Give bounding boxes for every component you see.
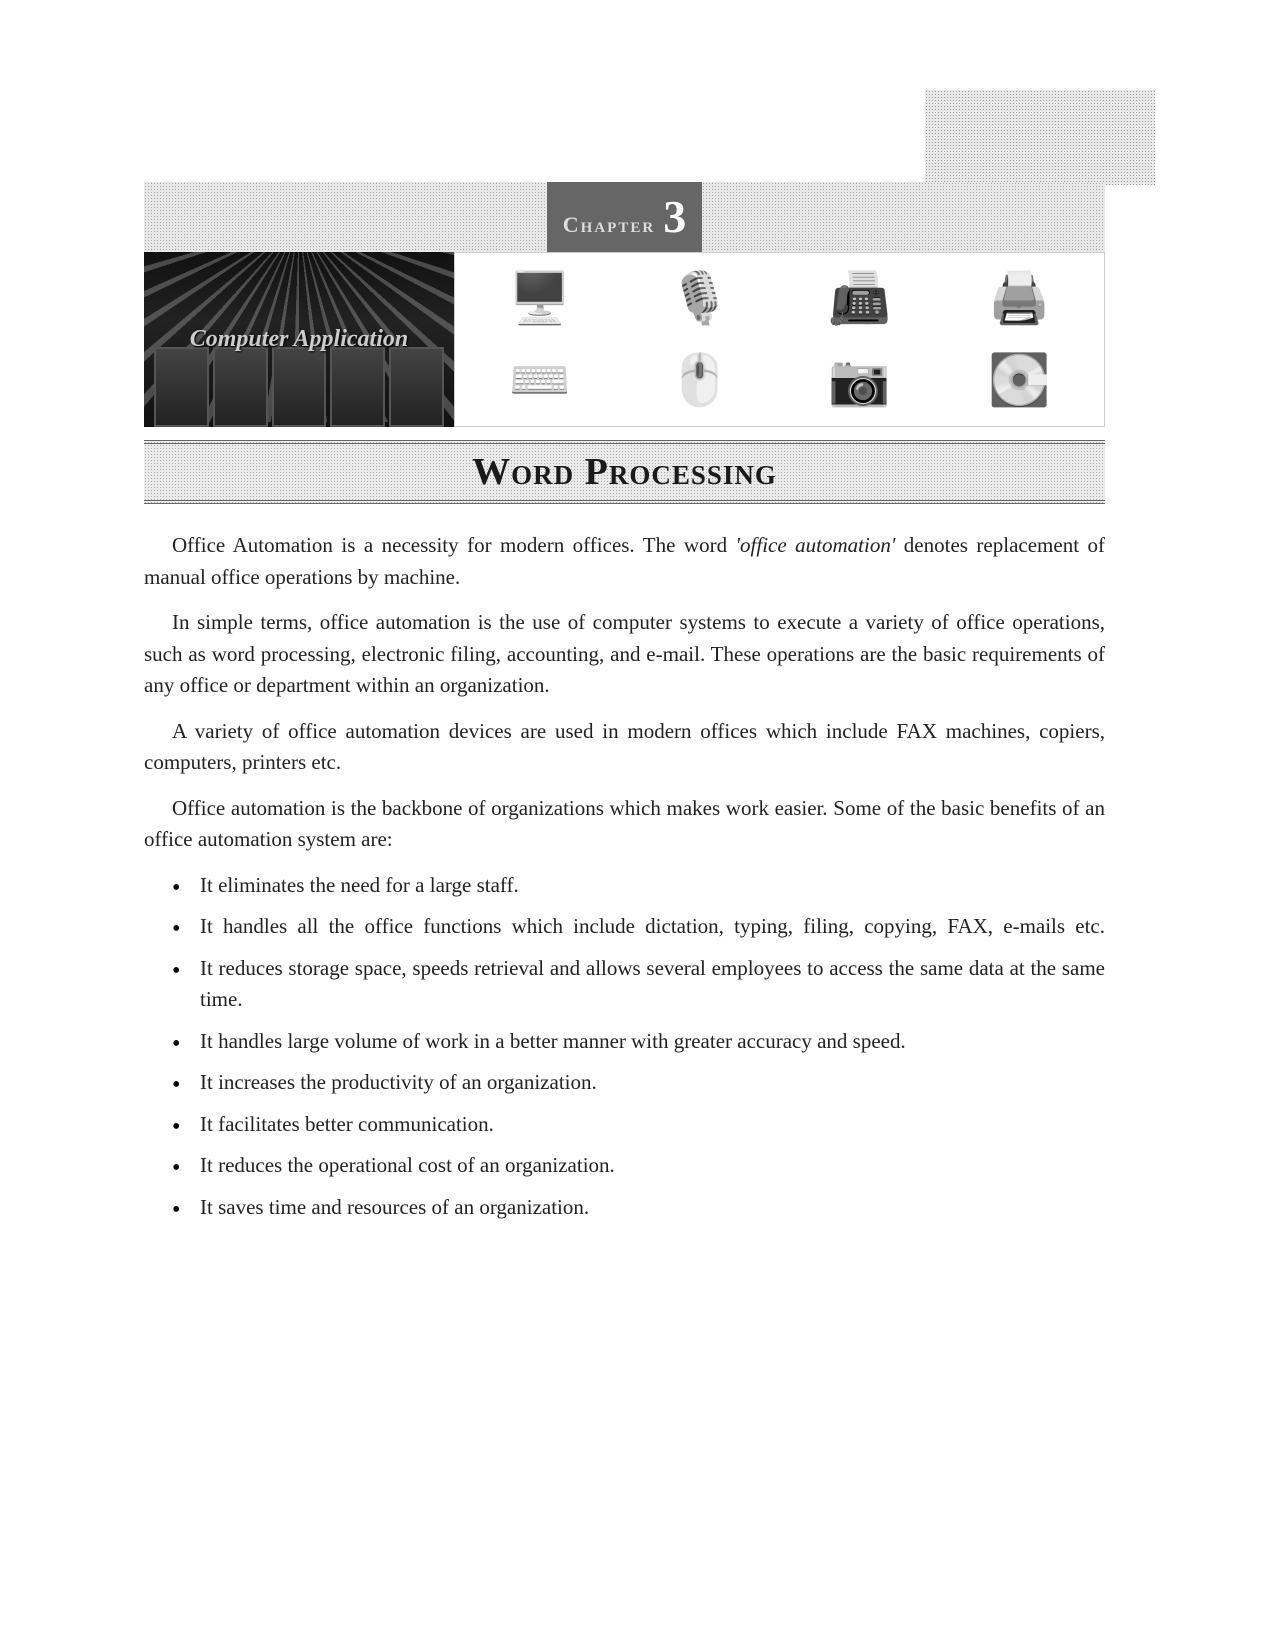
banner-stripe: Chapter 3 xyxy=(144,182,1105,252)
banner-devices-grid: 🖥️ 🎙️ 📠 🖨️ ⌨️ 🖱️ 📷 💽 xyxy=(454,252,1105,427)
chapter-title-banner: Word Processing xyxy=(144,440,1105,504)
chapter-badge: Chapter 3 xyxy=(547,182,702,252)
chapter-header-banner: Chapter 3 Computer Application 🖥️ 🎙️ 📠 🖨… xyxy=(144,182,1105,432)
monitor-row-graphic xyxy=(144,347,454,427)
webcam-icon: 📷 xyxy=(783,343,937,419)
paragraph-1: Office Automation is a necessity for mod… xyxy=(144,530,1105,593)
list-item: It reduces storage space, speeds retriev… xyxy=(200,953,1105,1016)
microphone-icon: 🎙️ xyxy=(623,261,777,337)
monitor-icon: 🖥️ xyxy=(463,261,617,337)
list-item: It eliminates the need for a large staff… xyxy=(200,870,1105,902)
printer-icon: 🖨️ xyxy=(942,261,1096,337)
keyboard-icon: ⌨️ xyxy=(463,343,617,419)
list-item: It handles all the office functions whic… xyxy=(200,911,1105,943)
mouse-icon: 🖱️ xyxy=(623,343,777,419)
list-item: It reduces the operational cost of an or… xyxy=(200,1150,1105,1182)
scanner-icon: 📠 xyxy=(783,261,937,337)
list-item: It handles large volume of work in a bet… xyxy=(200,1026,1105,1058)
main-content: Office Automation is a necessity for mod… xyxy=(144,530,1105,1233)
chapter-title: Word Processing xyxy=(472,450,777,494)
list-item: It increases the productivity of an orga… xyxy=(200,1067,1105,1099)
list-item: It facilitates better communication. xyxy=(200,1109,1105,1141)
chapter-label: Chapter xyxy=(563,212,655,238)
paragraph-4: Office automation is the backbone of org… xyxy=(144,793,1105,856)
benefits-list: It eliminates the need for a large staff… xyxy=(144,870,1105,1224)
disk-icon: 💽 xyxy=(942,343,1096,419)
p1-emphasis: 'office automation' xyxy=(736,533,896,557)
banner-left-graphic: Computer Application xyxy=(144,252,454,427)
paragraph-2: In simple terms, office automation is th… xyxy=(144,607,1105,702)
paragraph-3: A variety of office automation devices a… xyxy=(144,716,1105,779)
banner-images-row: Computer Application 🖥️ 🎙️ 📠 🖨️ ⌨️ 🖱️ 📷 … xyxy=(144,252,1105,427)
list-item: It saves time and resources of an organi… xyxy=(200,1192,1105,1224)
chapter-number: 3 xyxy=(663,190,686,243)
banner-subject-text: Computer Application xyxy=(190,326,408,353)
p1-text-before: Office Automation is a necessity for mod… xyxy=(172,533,736,557)
decorative-corner-block xyxy=(925,90,1155,185)
